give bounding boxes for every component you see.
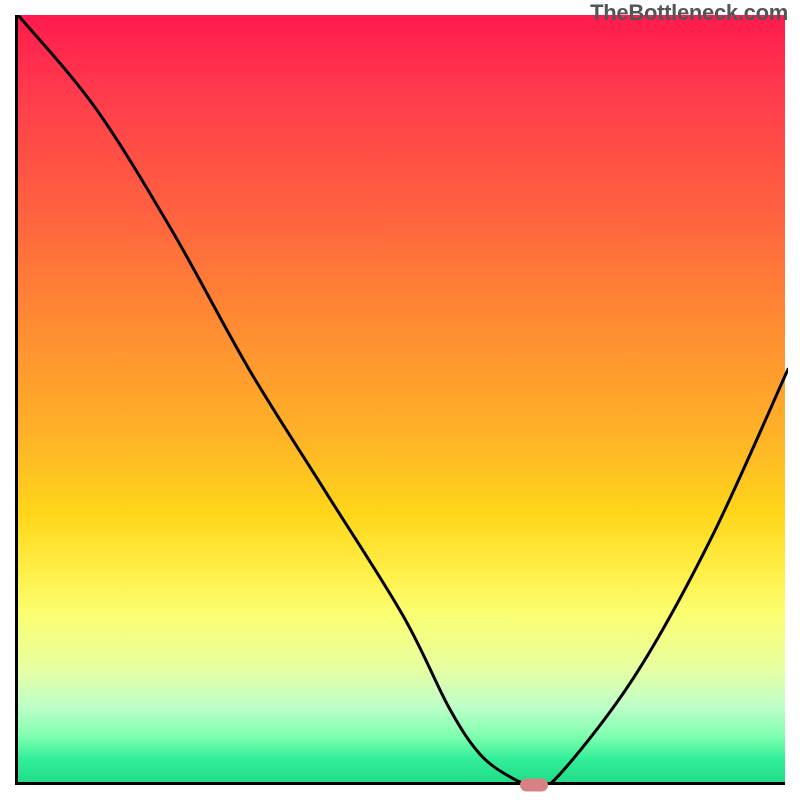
bottleneck-curve-path [18, 15, 788, 785]
plot-area [15, 15, 785, 785]
optimal-point-marker [520, 779, 548, 792]
bottleneck-chart: TheBottleneck.com [0, 0, 800, 800]
curve-svg [18, 15, 788, 785]
watermark-text: TheBottleneck.com [590, 0, 788, 26]
